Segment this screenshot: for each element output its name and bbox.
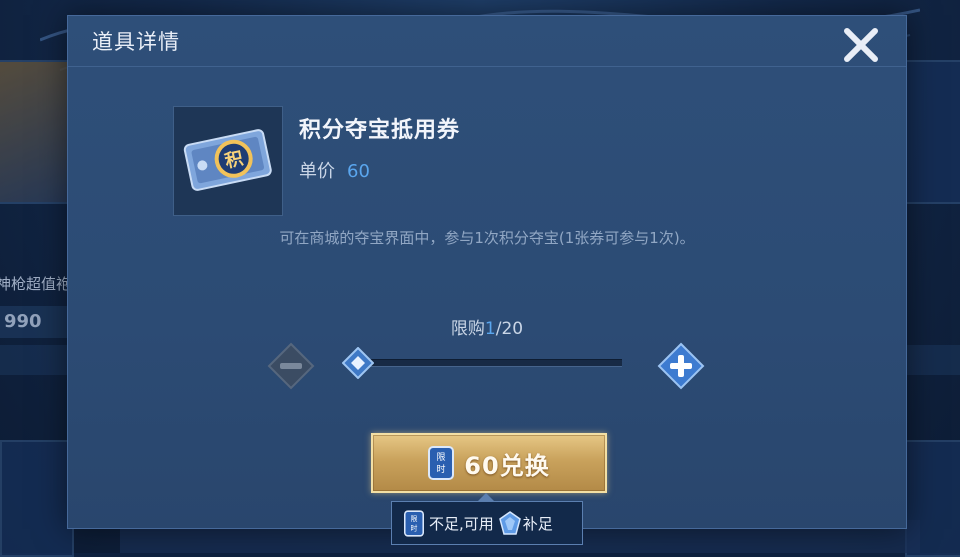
limit-total: /20 (495, 319, 524, 339)
price-row: 单价 60 (299, 157, 370, 183)
svg-text:时: 时 (437, 463, 446, 475)
background-promo-price: 990 (0, 306, 68, 338)
item-detail-dialog: 道具详情 积 积分夺宝抵用券 单价 60 可在商城的夺宝界面中，参与1次积分夺宝(… (67, 15, 907, 529)
title-divider (68, 66, 906, 67)
item-description: 可在商城的夺宝界面中，参与1次积分夺宝(1张券可参与1次)。 (279, 229, 695, 247)
background-item-card (0, 440, 74, 557)
quantity-slider-handle[interactable] (342, 347, 374, 379)
limited-coupon-icon: 限 时 (404, 509, 424, 537)
svg-text:限: 限 (411, 514, 418, 523)
svg-text:时: 时 (411, 523, 418, 532)
points-ticket-icon: 积 (183, 129, 272, 191)
decrease-quantity-button[interactable] (267, 342, 315, 390)
dialog-title: 道具详情 (92, 30, 180, 54)
item-icon-frame: 积 (173, 106, 283, 216)
insufficient-tooltip: 限 时 不足,可用 补足 (391, 501, 583, 545)
item-name: 积分夺宝抵用券 (299, 118, 461, 143)
tooltip-text-before: 不足,可用 (429, 514, 494, 533)
tooltip-text-after: 补足 (522, 514, 553, 533)
close-x-icon[interactable] (840, 24, 882, 66)
tooltip-arrow (478, 493, 494, 501)
svg-text:限: 限 (437, 452, 446, 463)
minus-icon (280, 363, 302, 369)
increase-quantity-button[interactable] (657, 342, 705, 390)
exchange-button-label: 60兑换 (464, 451, 550, 480)
limited-coupon-icon: 限 时 (428, 446, 455, 480)
background-item-card (905, 60, 960, 204)
limit-label: 限购 (450, 319, 485, 339)
price-value: 60 (347, 161, 370, 182)
exchange-button[interactable]: 限 时 60兑换 (371, 433, 607, 493)
background-promo-text: 神枪超值袍 (0, 275, 72, 293)
price-label: 单价 (299, 161, 335, 182)
gem-icon (498, 511, 521, 535)
limit-current: 1 (484, 319, 496, 339)
quantity-slider-track[interactable] (360, 359, 622, 367)
purchase-limit: 限购1/20 (68, 314, 906, 339)
